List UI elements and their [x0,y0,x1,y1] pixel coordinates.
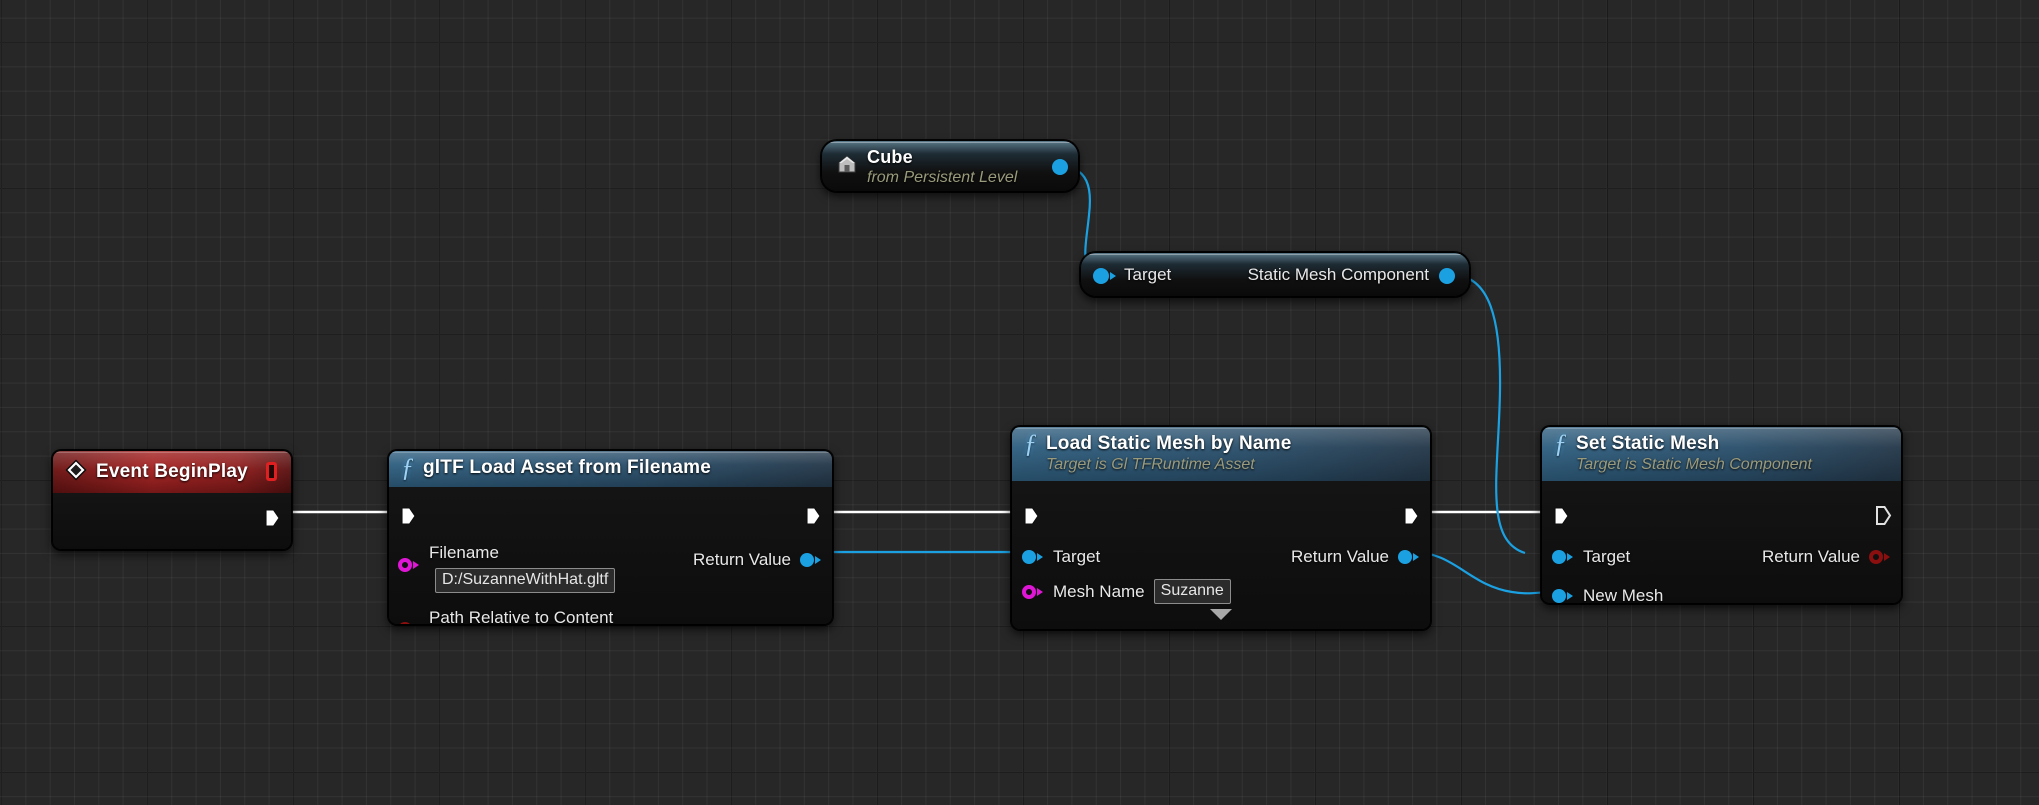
pin-label-target: Target [1053,547,1100,566]
pin-row-exec-out[interactable] [1875,505,1889,526]
exec-output-pin[interactable] [265,509,279,526]
pin-row-target[interactable]: Target [1552,547,1630,566]
string-input-pin-filename[interactable] [398,558,420,572]
function-node-header: ƒ Set Static Mesh Target is Static Mesh … [1542,427,1901,481]
pin-label-return-value: Return Value [1291,547,1389,566]
node-event-begin-play[interactable]: Event BeginPlay [52,450,292,550]
wire-obj-component-to-setmesh-target [1452,275,1525,553]
function-f-icon: ƒ [1024,432,1037,456]
delegate-output-pin[interactable] [266,462,277,481]
object-output-pin-cube[interactable] [1052,159,1068,173]
pin-row-exec-out[interactable] [1404,507,1418,524]
bool-input-pin-path-relative[interactable] [398,622,420,625]
object-input-pin-target[interactable] [1022,550,1044,564]
wire-layer [0,0,2039,805]
exec-input-pin[interactable] [1024,507,1038,524]
exec-output-pin[interactable] [806,507,820,524]
function-f-icon: ƒ [401,456,414,480]
string-input-pin-mesh-name[interactable] [1022,585,1044,599]
node-subtitle: Target is Static Mesh Component [1576,455,1812,474]
pin-label-return-value: Return Value [693,550,791,569]
filename-text-field[interactable]: D:/SuzanneWithHat.gltf [435,568,615,593]
actor-house-icon [836,153,858,180]
object-output-pin-static-mesh-component[interactable] [1439,268,1455,282]
pin-row-exec-out[interactable] [806,507,820,524]
pin-label-mesh-name: Mesh Name [1053,582,1145,601]
pin-label-path-relative-to-content: Path Relative to Content [429,608,613,625]
pin-row-exec-in[interactable] [1024,507,1038,524]
wire-obj-loadmesh-return-to-setmesh-newmesh [1412,552,1552,593]
function-f-icon: ƒ [1554,432,1567,456]
node-title: Load Static Mesh by Name [1046,433,1292,454]
pin-row-target[interactable]: Target [1022,547,1100,566]
object-input-pin-target[interactable] [1093,268,1115,282]
pin-row-new-mesh[interactable]: New Mesh [1552,586,1663,604]
node-load-static-mesh-by-name[interactable]: ƒ Load Static Mesh by Name Target is Gl … [1011,426,1431,630]
object-input-pin-target[interactable] [1552,550,1574,564]
bool-output-pin-return-value[interactable] [1869,550,1891,564]
pin-label-filename: Filename [429,543,499,562]
pin-row-exec-in[interactable] [1554,507,1568,524]
pin-row-return-value[interactable]: Return Value [1291,547,1420,566]
pin-label-static-mesh-component: Static Mesh Component [1248,265,1429,284]
pin-row-mesh-name[interactable]: Mesh Name Suzanne [1022,579,1231,604]
mesh-name-text-field[interactable]: Suzanne [1154,579,1231,604]
pin-row-exec-in[interactable] [401,507,415,524]
pin-row-filename[interactable]: Filename D:/SuzanneWithHat.gltf [398,543,615,593]
pin-row-return-value[interactable]: Return Value [693,550,822,569]
exec-input-pin[interactable] [401,507,415,524]
exec-input-pin[interactable] [1554,507,1568,524]
function-node-header: ƒ glTF Load Asset from Filename [389,451,832,487]
advanced-pins-expander-icon[interactable] [1210,609,1232,620]
node-title: Set Static Mesh [1576,433,1719,454]
exec-output-pin[interactable] [1875,505,1889,526]
node-static-mesh-component-getter[interactable]: Target Static Mesh Component [1080,252,1470,297]
pin-row-exec-out[interactable] [265,509,279,526]
function-node-header: ƒ Load Static Mesh by Name Target is Gl … [1012,427,1430,481]
event-diamond-icon [65,459,87,486]
object-output-pin-return-value[interactable] [800,553,822,567]
event-node-header: Event BeginPlay [53,451,291,493]
node-cube-actor-reference[interactable]: Cube from Persistent Level [821,140,1079,192]
node-subtitle: from Persistent Level [867,168,1017,187]
object-output-pin-return-value[interactable] [1398,550,1420,564]
pin-label-target: Target [1583,547,1630,566]
node-subtitle: Target is Gl TFRuntime Asset [1046,455,1292,474]
node-title: Cube [867,147,913,167]
object-input-pin-new-mesh[interactable] [1552,589,1574,603]
node-set-static-mesh[interactable]: ƒ Set Static Mesh Target is Static Mesh … [1541,426,1902,604]
exec-output-pin[interactable] [1404,507,1418,524]
pin-label-new-mesh: New Mesh [1583,586,1663,604]
node-gltf-load-asset-from-filename[interactable]: ƒ glTF Load Asset from Filename [388,450,833,625]
pin-row-advanced-expander[interactable] [1012,609,1430,620]
pin-row-return-value[interactable]: Return Value [1762,547,1891,566]
pin-row-path-relative-to-content[interactable]: Path Relative to Content [398,608,613,625]
blueprint-graph-canvas[interactable]: Event BeginPlay [0,0,2039,805]
pin-label-return-value: Return Value [1762,547,1860,566]
node-title: glTF Load Asset from Filename [423,457,711,478]
pin-label-target: Target [1124,265,1171,284]
node-title: Event BeginPlay [96,461,248,483]
